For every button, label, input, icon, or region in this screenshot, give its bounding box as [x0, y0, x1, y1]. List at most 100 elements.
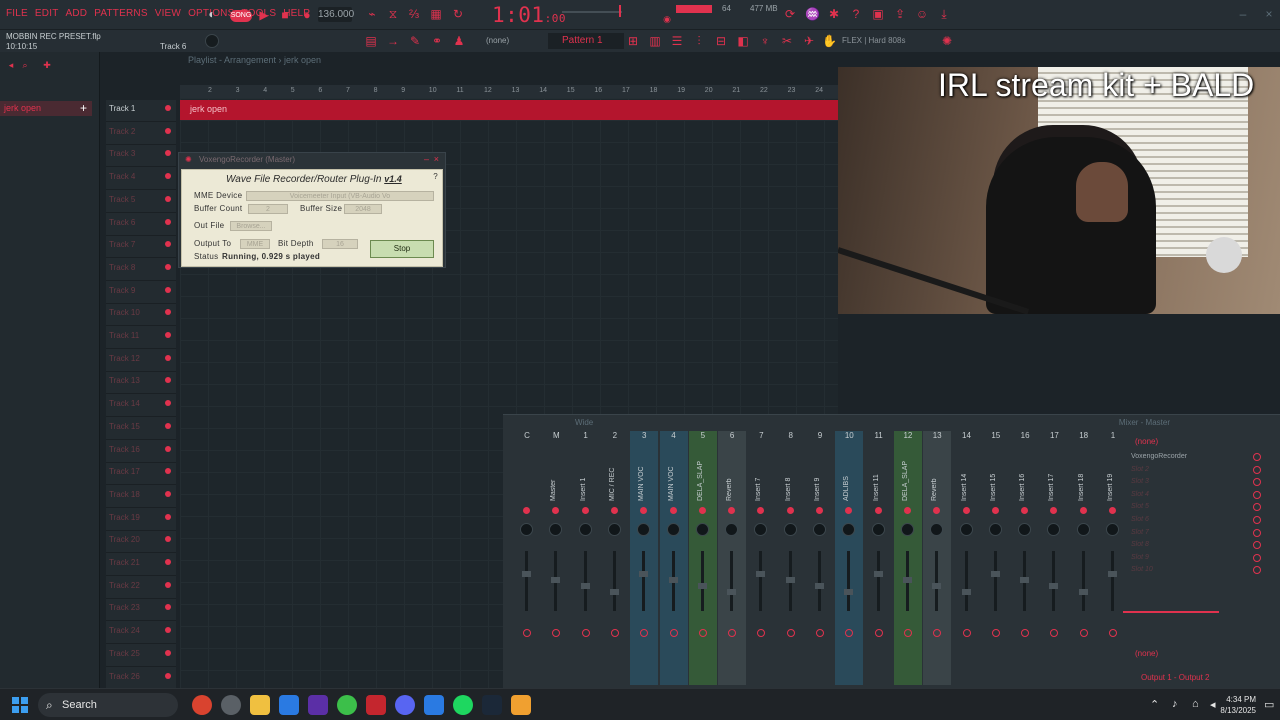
track-mute-indicator[interactable]: [165, 536, 171, 543]
metronome-icon[interactable]: ⌁: [365, 7, 379, 21]
vscode-icon[interactable]: [279, 695, 299, 715]
browser-search-icon[interactable]: ⌕: [18, 58, 32, 72]
track-header[interactable]: Track 13: [106, 372, 176, 395]
mixer-channel[interactable]: 1 Insert 1: [572, 431, 600, 685]
channel-route-button[interactable]: [581, 629, 590, 637]
timeline-ruler[interactable]: 2 3 4 5 6 7 8 9 10 11 12 13 14 15 16 17 18 19 20 21 22 23 24: [180, 85, 838, 98]
mixer-wide-label[interactable]: Wide: [575, 418, 593, 427]
track-header[interactable]: Track 10: [106, 304, 176, 327]
channel-fader-cap[interactable]: [873, 571, 883, 577]
track-mute-indicator[interactable]: [165, 105, 171, 111]
song-mode-button[interactable]: SONG: [230, 10, 252, 22]
voicemod-icon[interactable]: [366, 695, 386, 715]
channel-fader-track[interactable]: [700, 551, 704, 611]
slot-enable-toggle[interactable]: [1253, 516, 1261, 524]
file-explorer-icon[interactable]: [250, 695, 270, 715]
channel-fader-cap[interactable]: [580, 583, 590, 589]
master-volume-slider[interactable]: [562, 11, 622, 13]
channel-enable-led[interactable]: [845, 507, 853, 514]
channel-fader-cap[interactable]: [697, 583, 707, 589]
effect-slot[interactable]: Slot 5: [1131, 503, 1251, 510]
channel-fader-track[interactable]: [759, 551, 763, 611]
play-icon[interactable]: ▶: [257, 8, 271, 22]
notification-icon[interactable]: ▭: [1264, 698, 1274, 711]
mixer-channel[interactable]: 12 DELA_SLAP: [893, 431, 922, 685]
channel-pan-knob[interactable]: [900, 523, 914, 536]
channel-enable-led[interactable]: [698, 507, 706, 514]
browser-item-jerk-open[interactable]: jerk open: [0, 101, 92, 116]
pencil-icon[interactable]: ✎: [408, 34, 422, 48]
track-mute-indicator[interactable]: [165, 513, 171, 520]
plugin-window-title[interactable]: VoxengoRecorder (Master): [199, 155, 295, 164]
track-mute-indicator[interactable]: [165, 218, 171, 225]
channel-fader-cap[interactable]: [1078, 589, 1088, 595]
track-mute-indicator[interactable]: [165, 445, 171, 452]
windows-start-icon[interactable]: [12, 697, 28, 713]
video-icon[interactable]: ✈: [802, 34, 816, 48]
channel-fader-track[interactable]: [583, 551, 587, 611]
channel-fader-cap[interactable]: [639, 571, 649, 577]
channel-enable-led[interactable]: [903, 507, 911, 514]
buffer-count-field[interactable]: 2: [248, 204, 288, 214]
track-header[interactable]: Track 6: [106, 214, 176, 236]
volume-icon[interactable]: ◂: [1210, 698, 1216, 711]
effect-slot[interactable]: Slot 6: [1131, 516, 1251, 523]
edge-icon[interactable]: [424, 695, 444, 715]
channel-route-button[interactable]: [640, 629, 649, 637]
channel-pan-knob[interactable]: [549, 523, 563, 536]
menu-view[interactable]: VIEW: [155, 8, 181, 19]
channel-fader-track[interactable]: [847, 551, 851, 611]
channel-fader-track[interactable]: [642, 551, 646, 611]
track-mute-indicator[interactable]: [165, 309, 171, 316]
countdown-icon[interactable]: ⅔: [407, 7, 421, 21]
mixer-channel[interactable]: 7 Insert 7: [747, 431, 775, 685]
channel-pan-knob[interactable]: [666, 523, 680, 536]
output-select-none[interactable]: (none): [1135, 649, 1158, 658]
channel-route-button[interactable]: [903, 629, 912, 637]
channel-pan-knob[interactable]: [520, 523, 533, 536]
minimize-icon[interactable]: –: [1236, 7, 1250, 21]
channel-pan-knob[interactable]: [813, 523, 826, 536]
chat-icon[interactable]: ☺: [915, 7, 929, 21]
slot-enable-toggle[interactable]: [1253, 465, 1261, 474]
microphone-icon[interactable]: ♪: [1172, 698, 1178, 710]
channel-pan-knob[interactable]: [842, 523, 856, 536]
channel-fader-cap[interactable]: [668, 577, 678, 583]
mixer-channel[interactable]: 18 Insert 18: [1070, 431, 1098, 685]
help-icon[interactable]: ?: [849, 7, 863, 21]
track-header[interactable]: Track 14: [106, 395, 176, 418]
track-header[interactable]: Track 19: [106, 509, 176, 531]
track-header[interactable]: Track 4: [106, 168, 176, 191]
flex-settings-icon[interactable]: ✺: [940, 34, 954, 48]
channel-fader-track[interactable]: [1111, 551, 1114, 611]
channel-enable-led[interactable]: [1050, 507, 1058, 514]
mixer-channel[interactable]: C: [513, 431, 541, 685]
fl-studio-icon[interactable]: [511, 695, 531, 715]
menu-edit[interactable]: EDIT: [35, 8, 59, 19]
browser-icon[interactable]: ⊟: [714, 34, 728, 48]
track-mute-indicator[interactable]: [165, 672, 171, 679]
output-to-field[interactable]: MME: [240, 239, 270, 249]
channel-route-button[interactable]: [757, 629, 766, 637]
track-header[interactable]: Track 3: [106, 145, 176, 168]
discord-icon[interactable]: [395, 695, 415, 715]
channel-route-button[interactable]: [523, 629, 531, 637]
channel-pan-knob[interactable]: [754, 523, 768, 536]
channel-fader-cap[interactable]: [522, 571, 531, 577]
refresh-icon[interactable]: ⟳: [783, 7, 797, 21]
track-mute-indicator[interactable]: [165, 649, 171, 656]
arrow-right-icon[interactable]: →: [386, 34, 400, 48]
slot-enable-toggle[interactable]: [1253, 453, 1261, 461]
channel-enable-led[interactable]: [640, 507, 648, 514]
channel-fader-track[interactable]: [964, 551, 968, 611]
track-header[interactable]: Track 12: [106, 350, 176, 372]
track-header[interactable]: Track 5: [106, 191, 176, 213]
mixer-channel[interactable]: 11 Insert 11: [865, 431, 893, 685]
channel-pan-knob[interactable]: [607, 523, 621, 536]
stop-button[interactable]: Stop: [370, 240, 434, 258]
menu-file[interactable]: FILE: [6, 8, 28, 19]
loop-record-icon[interactable]: ↻: [451, 7, 465, 21]
mixer-channel[interactable]: 17 Insert 17: [1040, 431, 1068, 685]
channel-fader-cap[interactable]: [844, 589, 854, 595]
channel-fader-track[interactable]: [876, 551, 880, 611]
